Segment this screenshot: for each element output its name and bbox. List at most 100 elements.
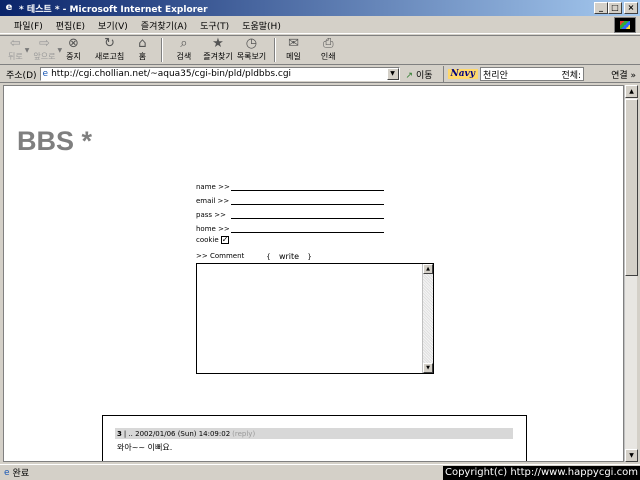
home-row: home >> (196, 219, 384, 233)
post-number: 3 (117, 429, 122, 438)
menu-view[interactable]: 보기(V) (98, 19, 128, 32)
scroll-down-icon[interactable]: ▼ (625, 449, 638, 462)
page-done-icon: e (4, 467, 10, 478)
scroll-down-icon[interactable]: ▼ (423, 363, 433, 373)
refresh-icon: ↻ (104, 36, 115, 51)
cookie-label: cookie (196, 236, 219, 244)
page-scrollbar[interactable]: ▲ ▼ (624, 85, 638, 462)
menu-edit[interactable]: 편집(E) (56, 19, 85, 32)
home-button[interactable]: ⌂ 홈 (138, 36, 146, 64)
post-item: 3 | .. 2002/01/06 (Sun) 14:09:02 (reply)… (102, 415, 527, 461)
menu-tools[interactable]: 도구(T) (200, 19, 229, 32)
scrollbar-thumb[interactable] (625, 99, 638, 276)
pass-field[interactable] (231, 209, 384, 219)
forward-dropdown-icon[interactable]: ▼ (57, 47, 62, 54)
go-button[interactable]: ↗ 이동 (406, 68, 433, 81)
navy-scope[interactable]: 전체: (561, 68, 581, 81)
bracket-close: } (307, 252, 312, 261)
history-button[interactable]: ◷ 목록보기 (237, 36, 266, 64)
search-label: 검색 (176, 52, 192, 61)
email-label: email >> (196, 197, 230, 205)
print-icon: ⎙ (323, 36, 334, 51)
email-field[interactable] (231, 195, 384, 205)
print-label: 인쇄 (320, 52, 336, 61)
comment-textarea[interactable]: ▲ ▼ (196, 263, 434, 374)
comment-row: >> Comment { write } (196, 249, 384, 263)
address-dropdown-icon[interactable]: ▼ (386, 68, 399, 80)
title-bar: e * 테스트 * - Microsoft Internet Explorer … (0, 0, 640, 16)
search-icon: ⌕ (180, 36, 188, 51)
windows-logo-icon (614, 17, 636, 33)
links-button[interactable]: 연결 » (611, 68, 636, 81)
menu-file[interactable]: 파일(F) (14, 19, 43, 32)
name-field[interactable] (231, 181, 384, 191)
stop-button[interactable]: ⊗ 중지 (66, 36, 81, 64)
navy-search-input[interactable]: 천리안 전체: (480, 67, 585, 81)
home-label: 홈 (138, 52, 147, 61)
forward-arrow-icon: ⇨ (38, 36, 50, 51)
menu-favorites[interactable]: 즐겨찾기(A) (141, 19, 187, 32)
name-label: name >> (196, 183, 230, 191)
go-arrow-icon: ↗ (405, 70, 414, 81)
close-button[interactable]: × (624, 2, 638, 14)
history-label: 목록보기 (236, 52, 267, 61)
post-form: name >> email >> pass >> home >> cookie … (196, 177, 384, 263)
ie-icon: e (5, 2, 13, 13)
back-button[interactable]: ⇦ 뒤로 (8, 36, 23, 64)
home-field[interactable] (231, 223, 384, 233)
back-label: 뒤로 (8, 52, 23, 61)
navy-query: 천리안 (483, 70, 508, 81)
stop-icon: ⊗ (67, 36, 79, 51)
page-icon: e (42, 69, 49, 79)
comment-label: >> Comment (196, 252, 245, 260)
menu-help[interactable]: 도움말(H) (242, 19, 281, 32)
address-bar: 주소(D) e http://cgi.chollian.net/~aqua35/… (0, 66, 640, 83)
scroll-up-icon[interactable]: ▲ (625, 85, 638, 98)
history-icon: ◷ (245, 36, 258, 51)
scroll-up-icon[interactable]: ▲ (423, 264, 433, 274)
email-row: email >> (196, 191, 384, 205)
favorites-button[interactable]: ★ 즐겨찾기 (203, 36, 232, 64)
toolbar: ⇦ 뒤로 ▼ ⇨ 앞으로 ▼ ⊗ 중지 ↻ 새로고침 ⌂ 홈 ⌕ 검색 ★ 즐겨… (0, 35, 640, 65)
window-controls: _ □ × (594, 2, 638, 14)
maximize-button[interactable]: □ (608, 2, 622, 14)
copyright-banner: Copyright(c) http://www.happycgi.com (442, 466, 640, 480)
status-text: 완료 (12, 469, 30, 479)
cookie-row: cookie ✓ (196, 233, 384, 247)
print-button[interactable]: ⎙ 인쇄 (321, 36, 336, 64)
home-label: home >> (196, 225, 230, 233)
address-input[interactable]: e http://cgi.chollian.net/~aqua35/cgi-bi… (39, 67, 400, 81)
write-button[interactable]: write (279, 252, 299, 261)
address-url: http://cgi.chollian.net/~aqua35/cgi-bin/… (51, 69, 292, 79)
name-row: name >> (196, 177, 384, 191)
window-title: * 테스트 * - Microsoft Internet Explorer (19, 4, 208, 15)
back-arrow-icon: ⇦ (9, 36, 21, 51)
mail-button[interactable]: ✉ 메일 (286, 36, 301, 64)
reply-link[interactable]: (reply) (232, 430, 255, 438)
navy-search-bar: Navy 천리안 전체: (442, 66, 585, 82)
mail-icon: ✉ (288, 36, 299, 51)
go-label: 이동 (415, 70, 433, 81)
home-icon: ⌂ (138, 36, 147, 51)
post-body: 와아~~ 이뻐요. (117, 443, 173, 452)
stop-label: 중지 (66, 52, 81, 61)
back-dropdown-icon[interactable]: ▼ (25, 47, 30, 54)
minimize-button[interactable]: _ (594, 2, 608, 14)
menu-bar: 파일(F) 편집(E) 보기(V) 즐겨찾기(A) 도구(T) 도움말(H) (0, 17, 640, 34)
address-label: 주소(D) (6, 70, 37, 81)
textarea-scrollbar[interactable]: ▲ ▼ (422, 264, 433, 373)
favorites-icon: ★ (212, 36, 224, 51)
pass-label: pass >> (196, 211, 226, 219)
forward-button[interactable]: ⇨ 앞으로 (33, 36, 55, 64)
favorites-label: 즐겨찾기 (203, 52, 233, 61)
status-bar: e 완료 Copyright(c) http://www.happycgi.co… (0, 464, 640, 480)
mail-label: 메일 (286, 52, 301, 61)
write-control: { write } (266, 252, 312, 261)
forward-label: 앞으로 (33, 52, 56, 61)
search-button[interactable]: ⌕ 검색 (177, 36, 192, 64)
page-content: BBS * name >> email >> pass >> home >> c… (3, 85, 624, 462)
refresh-button[interactable]: ↻ 새로고침 (95, 36, 124, 64)
navy-logo[interactable]: Navy (447, 69, 479, 79)
post-meta: | .. 2002/01/06 (Sun) 14:09:02 (123, 429, 231, 438)
cookie-checkbox[interactable]: ✓ (220, 236, 229, 244)
